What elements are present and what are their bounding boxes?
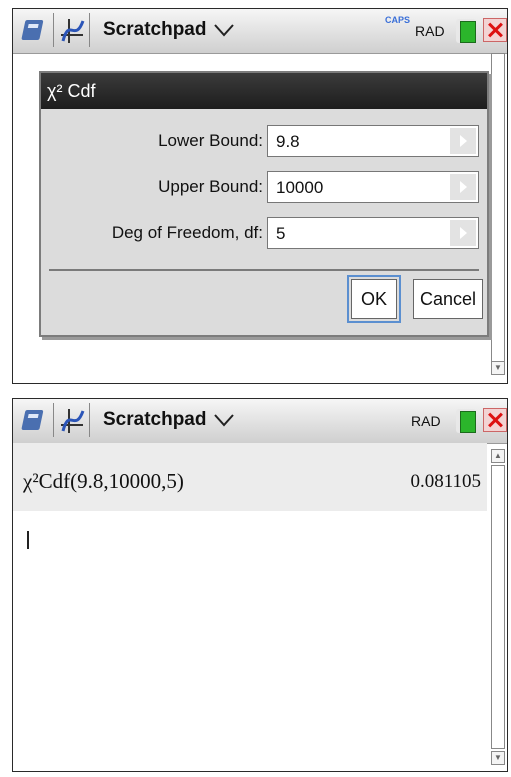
ok-button[interactable]: OK <box>347 275 401 323</box>
lower-bound-value: 9.8 <box>276 132 300 151</box>
upper-bound-value: 10000 <box>276 178 324 197</box>
arrow-right-icon[interactable] <box>450 174 476 200</box>
calculator-icon[interactable] <box>19 403 54 437</box>
dialog-divider <box>49 269 479 271</box>
chi-square-cdf-dialog: χ² Cdf Lower Bound: 9.8 Upper Bound: 100… <box>39 71 489 337</box>
graph-icon[interactable] <box>55 403 90 437</box>
lower-bound-label: Lower Bound: <box>158 131 263 150</box>
tab-bar: Scratchpad RAD <box>13 399 507 444</box>
angle-mode: RAD <box>415 23 445 39</box>
angle-mode: RAD <box>411 413 441 429</box>
top-screen: Scratchpad CAPS RAD ▼ χ² Cdf Lower Bound… <box>12 8 508 384</box>
chevron-down-icon[interactable] <box>213 413 235 432</box>
chevron-down-icon[interactable] <box>213 23 235 42</box>
tab-title[interactable]: Scratchpad <box>103 19 206 41</box>
upper-bound-row: Upper Bound: 10000 <box>41 169 487 205</box>
dialog-title: χ² Cdf <box>41 73 487 109</box>
upper-bound-label: Upper Bound: <box>158 177 263 196</box>
df-input[interactable]: 5 <box>267 217 479 249</box>
scrollbar[interactable] <box>491 465 505 749</box>
scroll-down-icon[interactable]: ▼ <box>491 751 505 765</box>
calculator-icon[interactable] <box>19 13 54 47</box>
scrollbar[interactable] <box>491 53 505 375</box>
entry-cursor[interactable] <box>27 531 29 549</box>
cancel-button[interactable]: Cancel <box>413 279 483 319</box>
caps-indicator: CAPS <box>385 15 411 25</box>
df-row: Deg of Freedom, df: 5 <box>41 215 487 251</box>
battery-icon <box>460 21 476 43</box>
lower-bound-row: Lower Bound: 9.8 <box>41 123 487 159</box>
df-value: 5 <box>276 224 286 243</box>
close-icon[interactable] <box>483 18 507 42</box>
battery-icon <box>460 411 476 433</box>
graph-icon[interactable] <box>55 13 90 47</box>
tab-bar: Scratchpad CAPS RAD <box>13 9 507 54</box>
lower-bound-input[interactable]: 9.8 <box>267 125 479 157</box>
history-result: 0.081105 <box>410 471 481 492</box>
arrow-right-icon[interactable] <box>450 128 476 154</box>
df-label: Deg of Freedom, df: <box>111 223 263 242</box>
close-icon[interactable] <box>483 408 507 432</box>
arrow-right-icon[interactable] <box>450 220 476 246</box>
tab-title[interactable]: Scratchpad <box>103 409 206 431</box>
history-entry[interactable]: χ²Cdf(9.8,10000,5) 0.081105 <box>13 443 487 511</box>
upper-bound-input[interactable]: 10000 <box>267 171 479 203</box>
scroll-down-icon[interactable]: ▼ <box>491 361 505 375</box>
scroll-up-icon[interactable]: ▲ <box>491 449 505 463</box>
history-expression: χ²Cdf(9.8,10000,5) <box>23 469 184 493</box>
bottom-screen: Scratchpad RAD χ²Cdf(9.8,10000,5) 0.0811… <box>12 398 508 772</box>
